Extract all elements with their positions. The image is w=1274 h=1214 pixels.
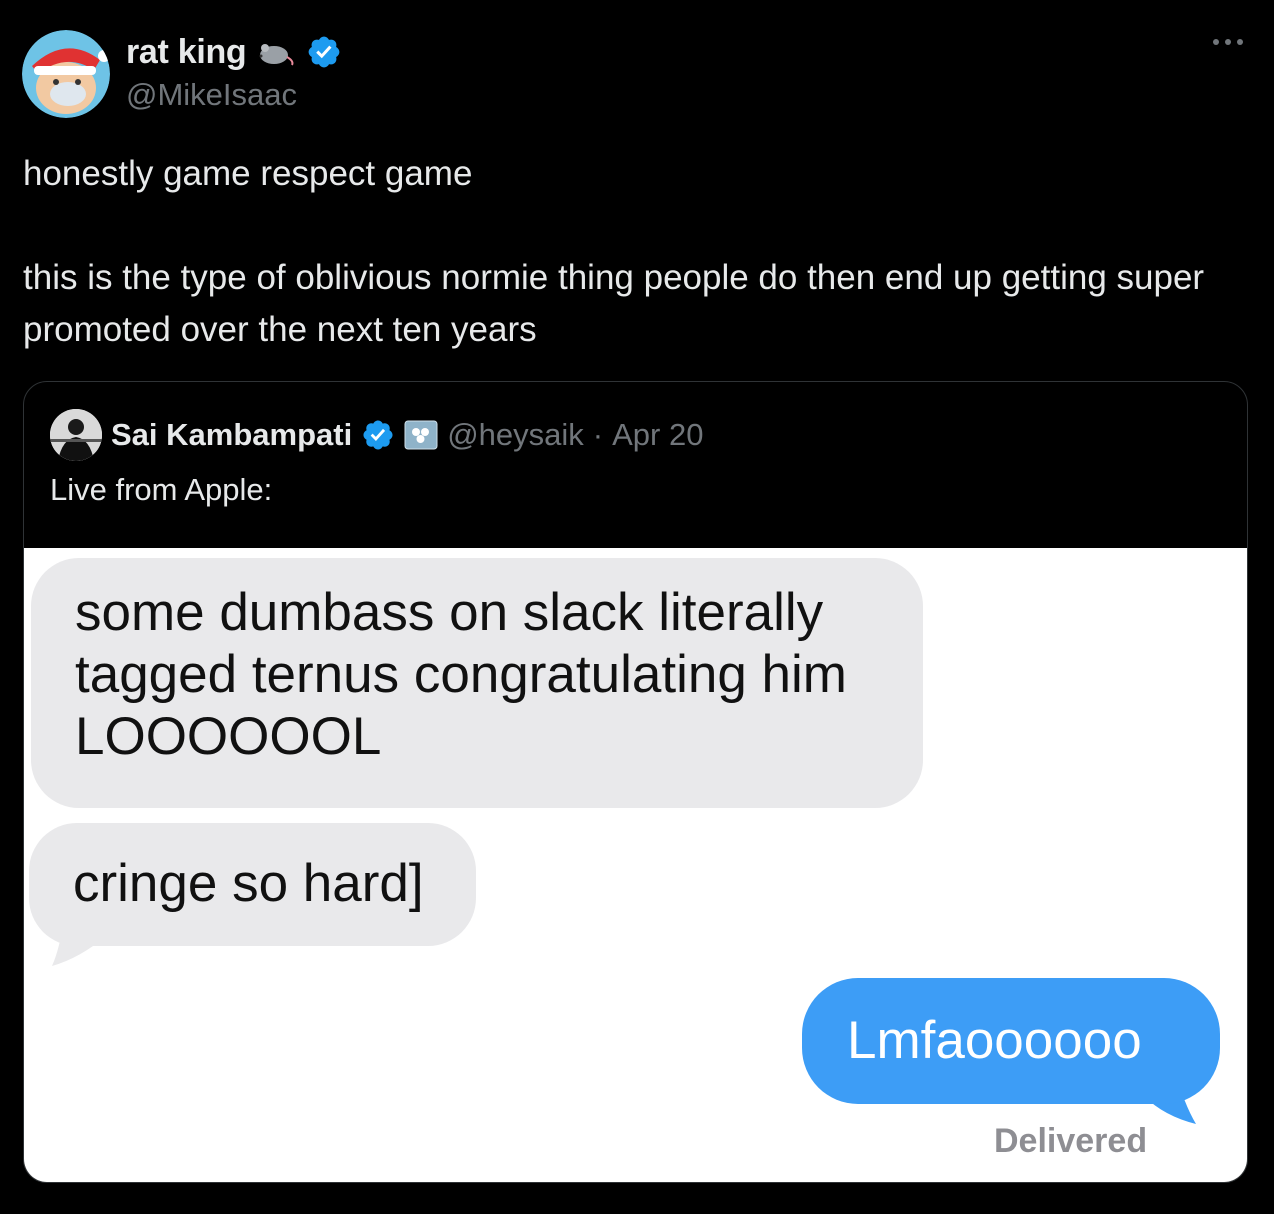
quoted-author-name[interactable]: Sai Kambampati bbox=[111, 417, 352, 453]
delivery-status: Delivered bbox=[994, 1122, 1148, 1160]
author-avatar[interactable] bbox=[22, 30, 110, 118]
tweet-text: honestly game respect game this is the t… bbox=[23, 148, 1243, 356]
more-horizontal-icon[interactable] bbox=[1212, 38, 1244, 46]
author-name-row: rat king bbox=[126, 32, 342, 72]
tweet-line: this is the type of oblivious normie thi… bbox=[23, 258, 1205, 349]
sent-message-bubble: Lmfaoooooo bbox=[802, 978, 1220, 1104]
quoted-tweet-date[interactable]: Apr 20 bbox=[612, 417, 703, 453]
quoted-tweet[interactable]: Sai Kambampati @heysaik · Apr 20 Live fr… bbox=[23, 381, 1248, 1183]
verified-badge-icon bbox=[306, 34, 342, 70]
verified-badge-icon bbox=[361, 418, 395, 452]
received-message-bubble: some dumbass on slack literally tagged t… bbox=[31, 558, 923, 808]
affiliate-badge-icon[interactable] bbox=[404, 420, 438, 450]
received-message-bubble: cringe so hard] bbox=[29, 823, 476, 946]
quoted-tweet-text: Live from Apple: bbox=[50, 472, 273, 507]
quoted-author-handle[interactable]: @heysaik bbox=[447, 417, 584, 453]
separator-dot: · bbox=[592, 417, 604, 452]
quoted-tweet-header: Sai Kambampati @heysaik · Apr 20 bbox=[50, 409, 703, 461]
tweet-line: honestly game respect game bbox=[23, 154, 473, 193]
author-handle[interactable]: @MikeIsaac bbox=[126, 77, 297, 113]
quoted-author-avatar[interactable] bbox=[50, 409, 102, 461]
mouse-emoji-icon bbox=[256, 37, 296, 67]
quoted-tweet-image[interactable]: some dumbass on slack literally tagged t… bbox=[24, 548, 1247, 1182]
author-display-name[interactable]: rat king bbox=[126, 33, 247, 72]
